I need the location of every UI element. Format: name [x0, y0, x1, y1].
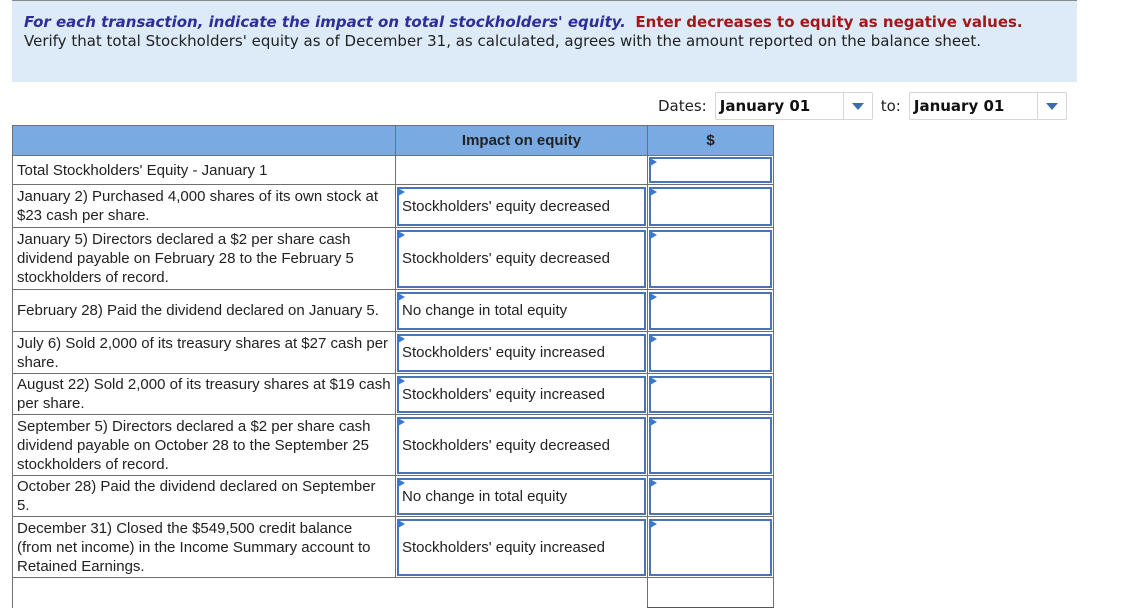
instructions-panel: For each transaction, indicate the impac…	[12, 1, 1077, 82]
row-description: September 5) Directors declared a $2 per…	[12, 414, 396, 476]
dropdown-flag-icon	[650, 519, 657, 528]
amount-input[interactable]	[654, 418, 770, 472]
impact-cell[interactable]: No change in total equity	[395, 475, 648, 517]
total-amount[interactable]	[647, 577, 774, 608]
dropdown-flag-icon	[398, 417, 405, 426]
amount-cell[interactable]	[647, 155, 774, 185]
header-impact: Impact on equity	[395, 125, 648, 156]
to-date-dropdown[interactable]: January 01	[908, 92, 1067, 120]
impact-cell[interactable]: Stockholders' equity decreased	[395, 184, 648, 228]
dropdown-flag-icon	[650, 158, 657, 166]
table-row: January 5) Directors declared a $2 per s…	[12, 227, 774, 290]
table-header-row: Impact on equity $	[12, 125, 774, 156]
impact-select[interactable]: Stockholders' equity increased	[402, 386, 605, 403]
dropdown-flag-icon	[650, 230, 657, 239]
impact-select[interactable]: Stockholders' equity decreased	[402, 250, 610, 267]
dropdown-flag-icon	[650, 478, 657, 487]
amount-cell[interactable]	[647, 373, 774, 415]
table-row: January 2) Purchased 4,000 shares of its…	[12, 184, 774, 228]
row-description: Total Stockholders' Equity - January 1	[12, 155, 396, 185]
row-description: December 31) Closed the $549,500 credit …	[12, 516, 396, 578]
amount-cell[interactable]	[647, 414, 774, 476]
instruction-warning: Enter decreases to equity as negative va…	[635, 13, 1023, 31]
row-description: January 5) Directors declared a $2 per s…	[12, 227, 396, 290]
amount-cell[interactable]	[647, 289, 774, 332]
row-description: August 22) Sold 2,000 of its treasury sh…	[12, 373, 396, 415]
table-row: July 6) Sold 2,000 of its treasury share…	[12, 331, 774, 374]
impact-cell[interactable]: No change in total equity	[395, 289, 648, 332]
row-description: February 28) Paid the dividend declared …	[12, 289, 396, 332]
dropdown-flag-icon	[398, 292, 405, 301]
dropdown-flag-icon	[398, 187, 405, 196]
dropdown-flag-icon	[650, 417, 657, 426]
dropdown-flag-icon	[398, 230, 405, 239]
impact-select[interactable]: Stockholders' equity decreased	[402, 437, 610, 454]
table-row: February 28) Paid the dividend declared …	[12, 289, 774, 332]
dropdown-flag-icon	[650, 334, 657, 343]
amount-input[interactable]	[654, 231, 770, 286]
total-description	[12, 577, 396, 608]
from-date-value: January 01	[719, 97, 811, 115]
table-row: December 31) Closed the $549,500 credit …	[12, 516, 774, 578]
total-impact-empty	[396, 578, 648, 608]
dropdown-flag-icon	[398, 478, 405, 487]
row-description: July 6) Sold 2,000 of its treasury share…	[12, 331, 396, 374]
amount-input[interactable]	[654, 520, 770, 574]
chevron-down-icon[interactable]	[842, 93, 872, 119]
impact-cell[interactable]: Stockholders' equity increased	[395, 331, 648, 374]
impact-cell[interactable]: Stockholders' equity decreased	[395, 414, 648, 476]
header-description	[12, 125, 396, 156]
dropdown-flag-icon	[650, 187, 657, 196]
amount-input[interactable]	[654, 377, 770, 411]
impact-select[interactable]: No change in total equity	[402, 488, 567, 505]
amount-cell[interactable]	[647, 331, 774, 374]
to-label: to:	[880, 97, 901, 115]
row-description: January 2) Purchased 4,000 shares of its…	[12, 184, 396, 228]
amount-input[interactable]	[654, 335, 770, 370]
to-date-value: January 01	[913, 97, 1005, 115]
impact-select[interactable]: Stockholders' equity increased	[402, 344, 605, 361]
dropdown-flag-icon	[398, 519, 405, 528]
table-row: Total Stockholders' Equity - January 1	[12, 155, 774, 185]
amount-cell[interactable]	[647, 184, 774, 228]
impact-select[interactable]: No change in total equity	[402, 302, 567, 319]
row-impact-empty	[395, 155, 648, 185]
amount-input[interactable]	[654, 293, 770, 328]
dropdown-flag-icon	[650, 292, 657, 301]
amount-cell[interactable]	[647, 516, 774, 578]
date-range-selector: Dates: January 01 to: January 01	[658, 92, 1075, 120]
instruction-verify: Verify that total Stockholders' equity a…	[24, 32, 982, 50]
amount-input[interactable]	[654, 479, 770, 513]
impact-cell[interactable]: Stockholders' equity decreased	[395, 227, 648, 290]
amount-cell[interactable]	[647, 475, 774, 517]
row-description: October 28) Paid the dividend declared o…	[12, 475, 396, 517]
table-row: October 28) Paid the dividend declared o…	[12, 475, 774, 517]
impact-select[interactable]: Stockholders' equity decreased	[402, 198, 610, 215]
amount-input[interactable]	[654, 160, 770, 180]
impact-select[interactable]: Stockholders' equity increased	[402, 539, 605, 556]
amount-cell[interactable]	[647, 227, 774, 290]
chevron-down-icon[interactable]	[1036, 93, 1066, 119]
impact-cell[interactable]: Stockholders' equity increased	[395, 516, 648, 578]
table-row: September 5) Directors declared a $2 per…	[12, 414, 774, 476]
equity-impact-table: Impact on equity $ Total Stockholders' E…	[12, 125, 774, 608]
total-row	[12, 577, 774, 608]
dropdown-flag-icon	[398, 334, 405, 343]
instruction-main: For each transaction, indicate the impac…	[24, 13, 626, 31]
dates-label: Dates:	[658, 97, 707, 115]
header-amount: $	[647, 125, 774, 156]
from-date-dropdown[interactable]: January 01	[714, 92, 873, 120]
dropdown-flag-icon	[398, 376, 405, 385]
impact-cell[interactable]: Stockholders' equity increased	[395, 373, 648, 415]
amount-input[interactable]	[654, 188, 770, 224]
dropdown-flag-icon	[650, 376, 657, 385]
table-row: August 22) Sold 2,000 of its treasury sh…	[12, 373, 774, 415]
